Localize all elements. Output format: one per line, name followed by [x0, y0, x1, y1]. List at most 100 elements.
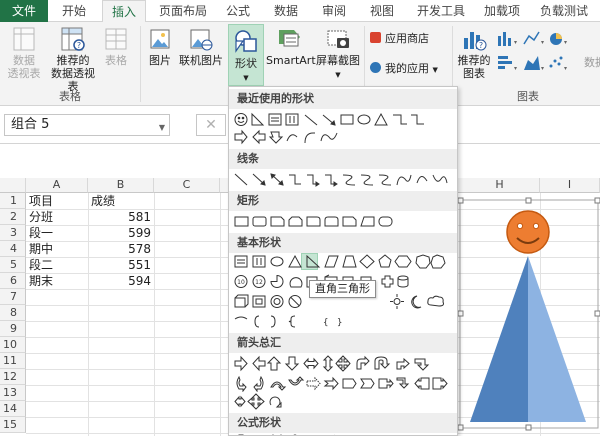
- picture-label: 图片: [149, 54, 171, 67]
- cell-b3[interactable]: 599: [89, 225, 153, 241]
- basic-shapes-row-1[interactable]: [233, 253, 455, 270]
- recent-shapes-row[interactable]: [233, 111, 455, 128]
- right-triangle-shape[interactable]: [528, 256, 586, 422]
- shapes-gallery-dropdown[interactable]: 最近使用的形状 线条 矩形 基本形状 10 12 {} 箭头总汇 公式形状 直…: [228, 86, 458, 436]
- cell-b5[interactable]: 551: [89, 257, 153, 273]
- lines-icons[interactable]: [233, 171, 455, 188]
- recent-shapes-row-2[interactable]: [233, 129, 455, 146]
- cell-b4[interactable]: 578: [89, 241, 153, 257]
- tab-page-layout[interactable]: 页面布局: [152, 0, 214, 22]
- rectangles-icons[interactable]: [233, 213, 455, 230]
- svg-text:▾: ▾: [514, 39, 517, 46]
- row-header[interactable]: 6: [0, 273, 26, 289]
- row-header[interactable]: 14: [0, 401, 26, 417]
- cell-a2[interactable]: 分班: [27, 209, 87, 225]
- row-header[interactable]: 5: [0, 257, 26, 273]
- row-header[interactable]: 9: [0, 321, 26, 337]
- tab-insert[interactable]: 插入: [102, 0, 146, 23]
- row-header[interactable]: 13: [0, 385, 26, 401]
- table-icon: [105, 28, 127, 50]
- basic-shapes-row-4[interactable]: { }: [233, 313, 455, 330]
- shape-group-figure[interactable]: [458, 196, 600, 436]
- svg-text:{: {: [323, 318, 328, 328]
- cell-a1[interactable]: 项目: [27, 193, 87, 209]
- name-box[interactable]: 组合 5 ▼: [4, 114, 170, 136]
- recommended-pivot-button[interactable]: ? 推荐的 数据透视表: [46, 26, 100, 93]
- row-header[interactable]: 15: [0, 417, 26, 433]
- picture-button[interactable]: 图片: [146, 26, 174, 67]
- cancel-entry-button[interactable]: ✕: [196, 114, 226, 136]
- tab-add-ins[interactable]: 加载项: [478, 0, 526, 22]
- row-header[interactable]: 12: [0, 369, 26, 385]
- pivot-table-label-1: 数据: [13, 54, 35, 67]
- table-label: 表格: [105, 54, 127, 67]
- column-header-a[interactable]: A: [26, 178, 88, 193]
- recommended-charts-label-2: 图表: [463, 67, 485, 80]
- row-header[interactable]: 3: [0, 225, 26, 241]
- row-header[interactable]: 10: [0, 337, 26, 353]
- left-triangle-shape[interactable]: [470, 256, 528, 422]
- cell-a5[interactable]: 段二: [27, 257, 87, 273]
- cell-b2[interactable]: 581: [89, 209, 153, 225]
- basic-shapes-icons-3-tail[interactable]: [387, 293, 457, 310]
- shapes-icon: [235, 30, 257, 53]
- chart-type-icons[interactable]: ▾ ▾ ▾ ▾ ▾ ▾: [496, 28, 586, 84]
- basic-shapes-icons-1[interactable]: [233, 253, 455, 270]
- tab-review[interactable]: 审阅: [314, 0, 354, 22]
- section-rectangles: 矩形: [229, 191, 457, 211]
- row-header[interactable]: 2: [0, 209, 26, 225]
- cell-a6[interactable]: 期末: [27, 273, 87, 289]
- cell-b1[interactable]: 成绩: [89, 193, 153, 209]
- table-button[interactable]: 表格: [102, 26, 130, 67]
- cell-a4[interactable]: 期中: [27, 241, 87, 257]
- svg-text:12: 12: [255, 279, 263, 286]
- row-header[interactable]: 8: [0, 305, 26, 321]
- row-header[interactable]: 4: [0, 241, 26, 257]
- basic-shapes-row-3-tail[interactable]: [387, 293, 457, 310]
- svg-text:?: ?: [479, 41, 483, 50]
- online-picture-button[interactable]: 联机图片: [176, 26, 226, 67]
- tab-data[interactable]: 数据: [266, 0, 306, 22]
- block-arrows-icons-2[interactable]: [233, 375, 455, 392]
- my-apps-button[interactable]: 我的应用 ▼: [370, 62, 450, 77]
- lines-row[interactable]: [233, 171, 455, 188]
- cell-a3[interactable]: 段一: [27, 225, 87, 241]
- recommended-charts-icon: ?: [464, 32, 487, 51]
- chevron-down-icon[interactable]: ▼: [159, 120, 165, 136]
- shapes-button[interactable]: 形状 ▼: [228, 24, 264, 86]
- column-header-b[interactable]: B: [88, 178, 154, 193]
- app-store-button[interactable]: 应用商店: [370, 32, 438, 45]
- recent-shapes-icons[interactable]: [233, 111, 455, 128]
- row-header[interactable]: 11: [0, 353, 26, 369]
- tab-home[interactable]: 开始: [52, 0, 96, 22]
- tab-formulas[interactable]: 公式: [218, 0, 258, 22]
- column-header-i[interactable]: I: [540, 178, 600, 193]
- block-arrows-row-2[interactable]: [233, 375, 455, 392]
- cell-b6[interactable]: 594: [89, 273, 153, 289]
- column-header-c[interactable]: C: [154, 178, 220, 193]
- smartart-button[interactable]: SmartArt: [266, 26, 316, 67]
- block-arrows-row-1[interactable]: [233, 355, 455, 372]
- recent-shapes-icons-2[interactable]: [233, 129, 455, 146]
- tab-load-test[interactable]: 负载测试: [532, 0, 596, 22]
- block-arrows-icons-3[interactable]: [233, 393, 455, 410]
- column-header-h[interactable]: H: [460, 178, 540, 193]
- rectangles-row[interactable]: [233, 213, 455, 230]
- tab-developer[interactable]: 开发工具: [410, 0, 472, 22]
- recommended-charts-button[interactable]: ? 推荐的 图表: [456, 26, 492, 80]
- tab-file[interactable]: 文件: [0, 0, 48, 22]
- chevron-down-icon: ▼: [432, 66, 438, 74]
- pivot-table-button[interactable]: 数据 透视表: [4, 26, 44, 80]
- row-header[interactable]: 1: [0, 193, 26, 209]
- smiley-face-shape[interactable]: [506, 210, 550, 254]
- basic-shapes-icons-4[interactable]: { }: [233, 313, 455, 330]
- block-arrows-row-3[interactable]: [233, 393, 455, 410]
- area-chart-icon: ▾: [524, 56, 544, 72]
- select-all-corner[interactable]: [0, 178, 26, 193]
- block-arrows-icons-1[interactable]: [233, 355, 455, 372]
- svg-text:▾: ▾: [541, 39, 544, 46]
- pivot-table-icon: [13, 27, 35, 51]
- screenshot-button[interactable]: 屏幕截图 ▼: [314, 26, 362, 82]
- tab-view[interactable]: 视图: [362, 0, 402, 22]
- row-header[interactable]: 7: [0, 289, 26, 305]
